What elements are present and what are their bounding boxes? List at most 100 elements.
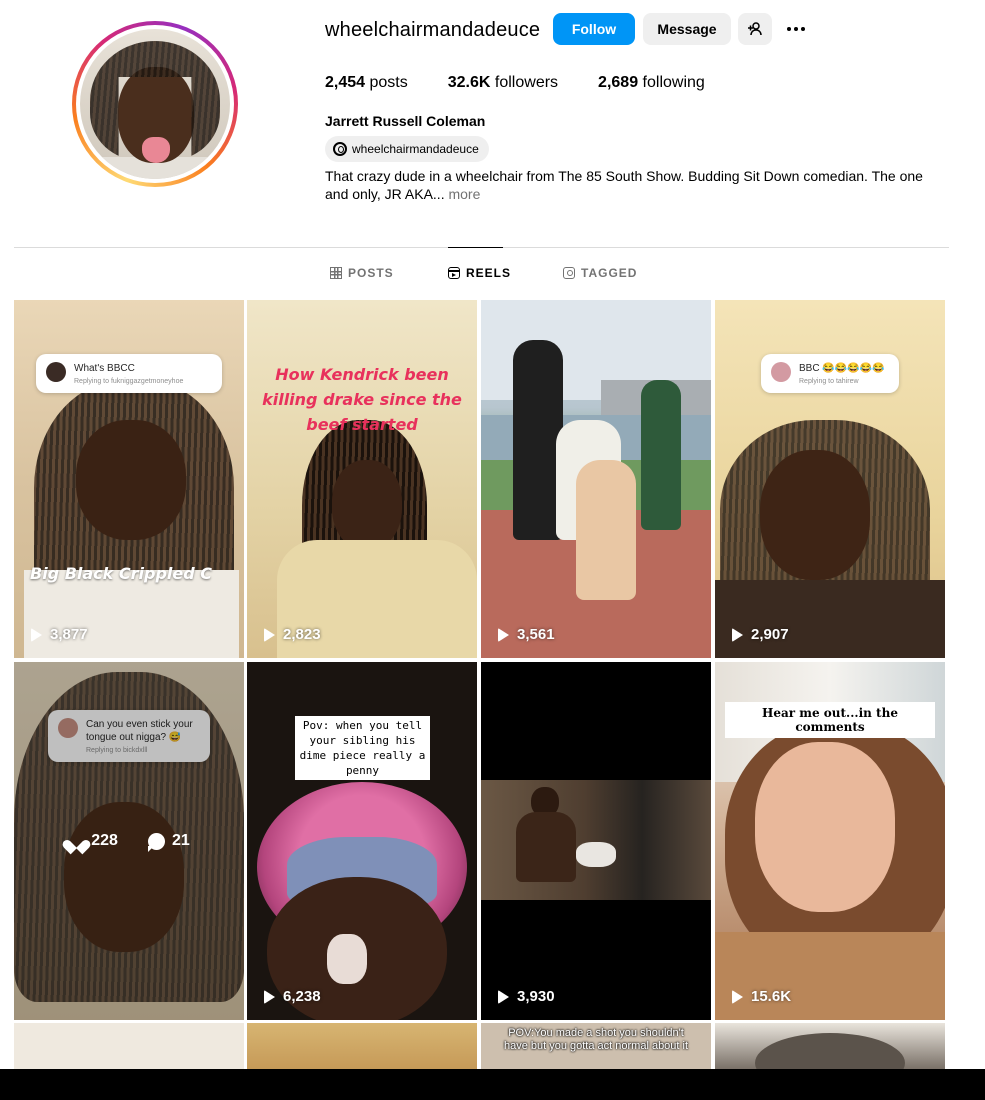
- screen-bottom-bar: [0, 1069, 985, 1100]
- comment-reply-to: Replying to tahirew: [799, 378, 859, 385]
- stat-following[interactable]: 2,689 following: [598, 74, 705, 92]
- reel-tile[interactable]: BBC 😂😂😂😂😂 Replying to tahirew 2,907: [715, 300, 945, 658]
- stat-followers[interactable]: 32.6K followers: [448, 74, 558, 92]
- comment-reply-to: Replying to fukniggazgetmoneyhoe: [74, 378, 184, 385]
- view-count-text: 2,823: [283, 626, 321, 643]
- play-icon: [264, 627, 275, 642]
- stat-posts-label: posts: [369, 74, 408, 91]
- stat-posts: 2,454 posts: [325, 74, 408, 92]
- reel-thumbnail-shoe: [576, 842, 616, 867]
- heart-icon: [68, 834, 84, 849]
- stat-following-label: following: [642, 74, 705, 91]
- stat-posts-value: 2,454: [325, 74, 366, 91]
- view-count-text: 6,238: [283, 988, 321, 1005]
- reel-tile[interactable]: POV:You made a shot you shouldn't have b…: [481, 1023, 711, 1069]
- more-options-button[interactable]: [778, 13, 814, 45]
- view-count-text: 15.6K: [751, 988, 792, 1005]
- play-icon: [498, 989, 509, 1004]
- comment-count-text: 21: [171, 832, 190, 849]
- reel-view-count: 6,238: [264, 988, 321, 1005]
- stat-followers-value: 32.6K: [447, 74, 491, 91]
- comment-count: 21: [147, 832, 190, 852]
- reel-thumbnail-face: [76, 420, 186, 540]
- tab-reels[interactable]: REELS: [448, 266, 511, 280]
- reel-view-count: 3,561: [498, 626, 555, 643]
- suggested-users-button[interactable]: [738, 13, 772, 45]
- tagged-icon: [563, 267, 575, 279]
- reel-caption: How Kendrick been killing drake since th…: [262, 365, 462, 434]
- more-dots-icon: [787, 27, 805, 31]
- like-count-text: 228: [91, 832, 118, 849]
- reel-caption: Big Black Crippled C: [30, 564, 212, 583]
- reel-thumbnail-body: [516, 812, 576, 882]
- reel-hover-stats: 228 21: [14, 662, 244, 1020]
- reel-tile[interactable]: [247, 1023, 477, 1069]
- stat-following-value: 2,689: [598, 74, 639, 91]
- threads-handle: wheelchairmandadeuce: [352, 142, 479, 156]
- profile-username: wheelchairmandadeuce: [325, 19, 541, 41]
- threads-icon: [333, 142, 347, 156]
- reel-tile[interactable]: 3,930: [481, 662, 711, 1020]
- play-icon: [264, 989, 275, 1004]
- reel-tile[interactable]: Hear me out...in the comments 15.6K: [715, 662, 945, 1020]
- reel-comment-sticker: BBC 😂😂😂😂😂 Replying to tahirew: [761, 354, 899, 393]
- bio-more-link[interactable]: more: [448, 186, 480, 202]
- play-icon: [498, 627, 509, 642]
- stat-followers-label: followers: [494, 74, 559, 91]
- view-count-text: 3,930: [517, 988, 555, 1005]
- threads-badge-link[interactable]: wheelchairmandadeuce: [325, 136, 489, 162]
- reel-view-count: 2,823: [264, 626, 321, 643]
- reel-view-count: 3,930: [498, 988, 555, 1005]
- reel-tile[interactable]: Can you even stick your tongue out nigga…: [14, 662, 244, 1020]
- comment-text: What's BBCC: [74, 363, 135, 374]
- instagram-profile-page: wheelchairmandadeuce Follow Message 2,45…: [0, 0, 985, 1100]
- reel-tile[interactable]: Pov: when you tell your sibling his dime…: [247, 662, 477, 1020]
- play-icon: [732, 989, 743, 1004]
- tab-reels-label: REELS: [466, 266, 512, 280]
- reel-tile[interactable]: How Kendrick been killing drake since th…: [247, 300, 477, 658]
- tab-tagged[interactable]: TAGGED: [563, 266, 637, 280]
- profile-bio: That crazy dude in a wheelchair from The…: [325, 167, 950, 203]
- tab-posts-label: POSTS: [348, 266, 394, 280]
- profile-avatar-story-ring[interactable]: [72, 21, 238, 187]
- reel-thumbnail-shirt: [24, 570, 239, 658]
- add-user-icon: [748, 22, 762, 36]
- reel-tile[interactable]: [14, 1023, 244, 1069]
- reel-thumbnail-table: [715, 932, 945, 1020]
- reel-thumbnail-face: [760, 450, 870, 580]
- reel-thumbnail-object: [755, 1033, 905, 1069]
- reel-thumbnail-person: [641, 380, 681, 530]
- follow-button[interactable]: Follow: [553, 13, 635, 45]
- reel-comment-sticker: What's BBCC Replying to fukniggazgetmone…: [36, 354, 222, 393]
- tab-tagged-label: TAGGED: [581, 266, 638, 280]
- reel-thumbnail-face: [332, 460, 402, 550]
- commenter-avatar: [771, 362, 791, 382]
- reel-thumbnail-object: [327, 934, 367, 984]
- reel-caption: Pov: when you tell your sibling his dime…: [295, 716, 430, 780]
- profile-stats: 2,454 posts 32.6K followers 2,689 follow…: [325, 74, 745, 92]
- reel-thumbnail-shirt: [715, 580, 945, 658]
- profile-avatar[interactable]: [80, 29, 230, 179]
- view-count-text: 3,561: [517, 626, 555, 643]
- reel-caption: Hear me out...in the comments: [725, 702, 935, 738]
- reel-view-count: 2,907: [732, 626, 789, 643]
- tab-posts[interactable]: POSTS: [330, 266, 394, 280]
- message-button[interactable]: Message: [643, 13, 731, 45]
- avatar-tongue: [142, 137, 170, 163]
- reel-view-count: 15.6K: [732, 988, 791, 1005]
- view-count-text: 3,877: [50, 626, 88, 643]
- comment-icon: [147, 832, 165, 852]
- reels-icon: [448, 267, 460, 279]
- reel-caption: POV:You made a shot you shouldn't have b…: [503, 1027, 689, 1052]
- reel-tile[interactable]: What's BBCC Replying to fukniggazgetmone…: [14, 300, 244, 658]
- reel-tile[interactable]: [715, 1023, 945, 1069]
- reel-view-count: 3,877: [31, 626, 88, 643]
- reel-tile[interactable]: 3,561: [481, 300, 711, 658]
- bio-text: That crazy dude in a wheelchair from The…: [325, 168, 923, 202]
- reel-thumbnail-person: [576, 460, 636, 600]
- view-count-text: 2,907: [751, 626, 789, 643]
- play-icon: [31, 627, 42, 642]
- comment-text: BBC 😂😂😂😂😂: [799, 363, 885, 374]
- commenter-avatar: [46, 362, 66, 382]
- like-count: 228: [68, 832, 118, 850]
